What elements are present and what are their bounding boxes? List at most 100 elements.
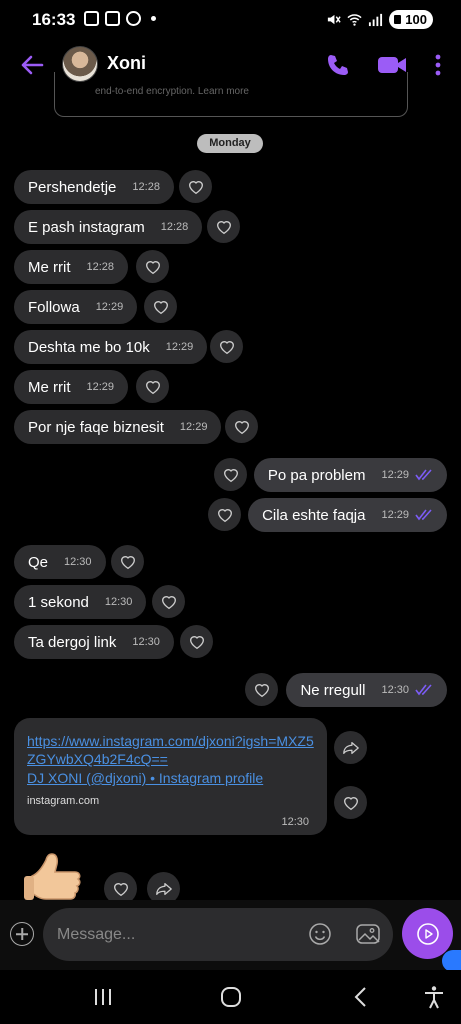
message-input[interactable] (43, 908, 393, 961)
heart-icon (188, 180, 203, 194)
send-icon (416, 922, 439, 945)
message-time: 12:29 (381, 509, 409, 521)
message-time: 12:29 (179, 421, 208, 433)
message-time: 12:28 (160, 221, 189, 233)
accessibility-icon[interactable] (421, 984, 447, 1010)
react-button[interactable] (334, 786, 367, 819)
message-time: 12:30 (381, 684, 409, 696)
message-text: E pash instagram (28, 218, 145, 236)
system-icons: 100 (326, 10, 433, 29)
whatsapp-icon (126, 11, 141, 26)
react-button[interactable] (180, 625, 213, 658)
message-bubble[interactable]: Cila eshte faqja 12:29 (248, 498, 447, 532)
react-button[interactable] (210, 330, 243, 363)
message-bubble[interactable]: Followa 12:29 (14, 290, 138, 324)
more-vertical-icon[interactable] (424, 51, 452, 79)
message-bubble[interactable]: Me rrit 12:28 (14, 250, 129, 284)
read-receipt-icon (415, 509, 432, 521)
message-text: Ta dergoj link (28, 633, 117, 651)
react-button[interactable] (207, 210, 240, 243)
home-icon[interactable] (218, 984, 244, 1010)
heart-icon (343, 796, 358, 810)
add-attachment-icon[interactable] (10, 922, 34, 946)
react-button[interactable] (144, 290, 177, 323)
sticker-icon[interactable] (355, 922, 381, 946)
heart-icon (161, 595, 176, 609)
day-separator: Monday (197, 134, 263, 153)
react-button[interactable] (152, 585, 185, 618)
encryption-notice-text[interactable]: end-to-end encryption. Learn more (95, 86, 315, 98)
heart-icon (145, 260, 160, 274)
heart-icon (223, 468, 238, 482)
heart-icon (113, 882, 128, 896)
message-bubble[interactable]: 1 sekond 12:30 (14, 585, 147, 619)
message-bubble[interactable]: E pash instagram 12:28 (14, 210, 203, 244)
heart-icon (234, 420, 249, 434)
message-bubble[interactable]: Po pa problem 12:29 (253, 458, 447, 492)
message-text: Followa (28, 298, 80, 316)
contact-name[interactable]: Xoni (107, 53, 146, 74)
message-time: 12:28 (132, 181, 160, 193)
react-button[interactable] (208, 498, 241, 531)
back-nav-icon[interactable] (348, 984, 374, 1010)
message-text: Po pa problem (267, 466, 366, 484)
message-text: Me rrit (28, 258, 71, 276)
floating-bubble-icon[interactable] (442, 950, 461, 972)
status-bar: 16:33 100 (0, 0, 461, 40)
read-receipt-icon (415, 684, 432, 696)
heart-icon (189, 635, 204, 649)
react-button[interactable] (225, 410, 258, 443)
encryption-notice: end-to-end encryption. Learn more (54, 72, 408, 117)
message-time: 12:29 (95, 301, 124, 313)
forward-icon (342, 741, 359, 754)
message-bubble[interactable]: Deshta me bo 10k 12:29 (14, 330, 208, 364)
message-bubble[interactable]: Ne rregull 12:30 (286, 673, 447, 707)
message-bubble[interactable]: Por nje faqe biznesit 12:29 (14, 410, 222, 444)
signal-icon (369, 13, 383, 27)
message-text: 1 sekond (28, 593, 89, 611)
heart-icon (217, 508, 232, 522)
read-receipt-icon (415, 469, 432, 481)
message-composer (0, 900, 461, 970)
message-text: Qe (28, 553, 49, 571)
wifi-icon (347, 14, 362, 26)
message-bubble[interactable]: Pershendetje 12:28 (14, 170, 174, 204)
message-bubble[interactable]: Qe 12:30 (14, 545, 106, 579)
youtube-icon (105, 11, 120, 26)
heart-icon (120, 555, 135, 569)
react-button[interactable] (136, 250, 169, 283)
back-arrow-icon[interactable] (18, 51, 46, 79)
recent-apps-icon[interactable] (90, 984, 116, 1010)
gmail-icon (84, 11, 99, 26)
message-text: Me rrit (28, 378, 71, 396)
more-notifications-icon (151, 16, 156, 21)
forward-button[interactable] (334, 731, 367, 764)
react-button[interactable] (136, 370, 169, 403)
react-button[interactable] (245, 673, 278, 706)
heart-icon (216, 220, 231, 234)
battery-indicator: 100 (389, 10, 433, 29)
react-button[interactable] (111, 545, 144, 578)
thumbs-up-sticker[interactable] (22, 852, 92, 900)
emoji-icon[interactable] (308, 922, 332, 946)
heart-icon (145, 380, 160, 394)
message-time: 12:29 (86, 381, 115, 393)
message-bubble[interactable]: Me rrit 12:29 (14, 370, 129, 404)
message-time: 12:30 (104, 596, 133, 608)
forward-icon (155, 882, 172, 895)
system-navigation-bar (0, 970, 461, 1024)
message-time: 12:29 (381, 469, 409, 481)
link-url[interactable]: https://www.instagram.com/djxoni?igsh=MX… (27, 732, 317, 768)
link-domain: instagram.com (27, 795, 100, 807)
link-message[interactable]: https://www.instagram.com/djxoni?igsh=MX… (14, 718, 327, 835)
react-button[interactable] (179, 170, 212, 203)
message-bubble[interactable]: Ta dergoj link 12:30 (14, 625, 174, 659)
message-time: 12:30 (64, 556, 92, 568)
react-button[interactable] (214, 458, 247, 491)
mute-icon (328, 14, 341, 25)
message-time: 12:28 (86, 261, 115, 273)
message-text: Ne rregull (300, 681, 366, 699)
link-preview-title[interactable]: DJ XONI (@djxoni) • Instagram profile (27, 770, 263, 786)
message-time: 12:29 (165, 341, 194, 353)
message-text: Por nje faqe biznesit (28, 418, 164, 436)
